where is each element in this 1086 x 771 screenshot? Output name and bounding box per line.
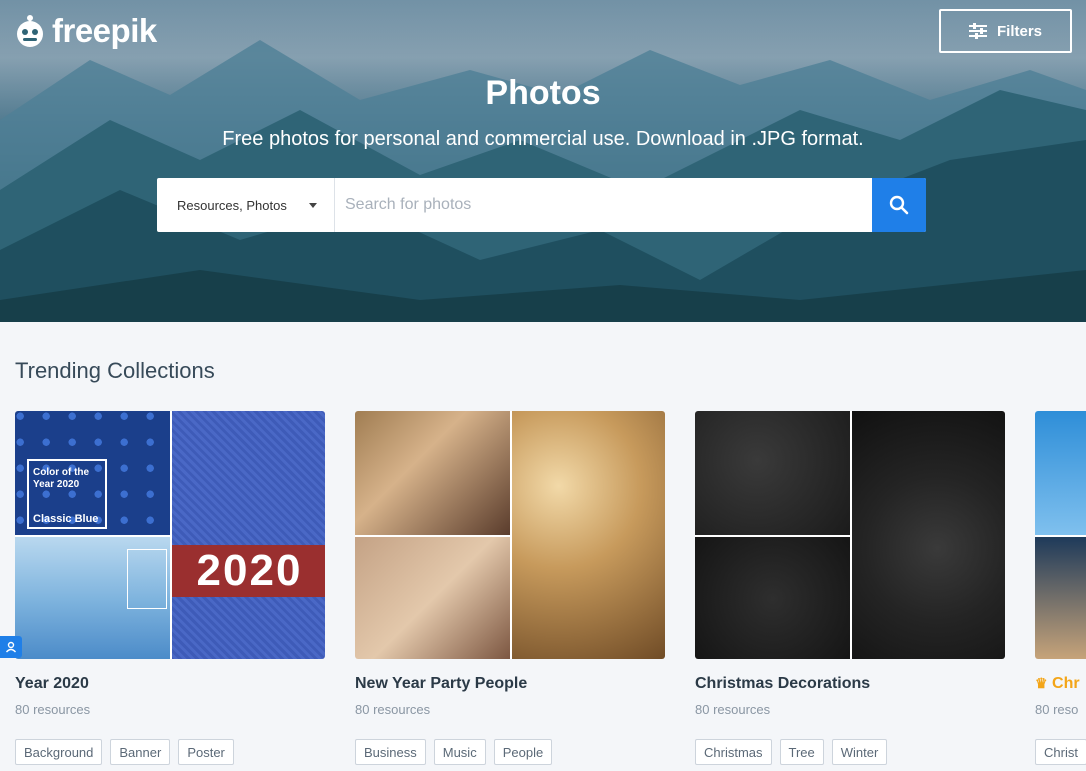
party-women-image — [355, 411, 510, 535]
dark-plate-image — [852, 411, 1005, 659]
tag-chip[interactable]: Background — [15, 739, 103, 765]
search-input[interactable] — [335, 178, 872, 232]
sweaters-image — [15, 537, 170, 659]
banner-2020: 2020 — [172, 545, 325, 597]
mountain-background-image — [0, 40, 1086, 322]
gold-confetti-image — [512, 411, 665, 659]
collection-card-year-2020[interactable]: Color of the Year 2020 Classic Blue 2020… — [15, 411, 325, 765]
collection-title-text: Chr — [1052, 675, 1080, 692]
tag-list: Business Music People — [355, 739, 665, 765]
page-subtitle: Free photos for personal and commercial … — [222, 128, 864, 150]
christmas-image — [1035, 411, 1086, 535]
collection-card-new-year-party[interactable]: New Year Party People 80 resources Busin… — [355, 411, 665, 765]
tag-chip[interactable]: Poster — [178, 739, 234, 765]
search-button[interactable] — [872, 178, 926, 232]
tag-chip[interactable]: Winter — [831, 739, 888, 765]
section-title-trending: Trending Collections — [15, 358, 215, 383]
gift-boxes-image — [695, 537, 850, 659]
collection-card-partial[interactable]: ♛ Chr 80 reso Christ — [1035, 411, 1086, 765]
small-color-badge — [127, 549, 167, 609]
collection-thumbnail[interactable]: Color of the Year 2020 Classic Blue 2020 — [15, 411, 325, 659]
search-icon — [889, 195, 909, 215]
search-bar: Resources, Photos — [157, 178, 926, 232]
tag-chip[interactable]: Business — [355, 739, 426, 765]
collection-thumbnail[interactable] — [695, 411, 1005, 659]
collection-thumbnail[interactable] — [1035, 411, 1086, 659]
hero-banner: freepik Filters Photos Free photos for p… — [0, 0, 1086, 322]
pinecones-image — [695, 411, 850, 535]
collection-title[interactable]: Year 2020 — [15, 675, 325, 693]
tag-list: Christ — [1035, 739, 1086, 765]
blueberries-image: Color of the Year 2020 Classic Blue — [15, 411, 170, 535]
tag-chip[interactable]: People — [493, 739, 553, 765]
party-group-image — [355, 537, 510, 659]
collection-thumbnail[interactable] — [355, 411, 665, 659]
chevron-down-icon — [308, 202, 317, 208]
tag-chip[interactable]: Christ — [1035, 739, 1086, 765]
color-of-year-badge: Color of the Year 2020 Classic Blue — [27, 459, 107, 529]
collection-title[interactable]: ♛ Chr — [1035, 675, 1086, 693]
collection-count: 80 resources — [15, 702, 91, 717]
freepik-logo[interactable]: freepik — [12, 12, 157, 50]
collection-title[interactable]: Christmas Decorations — [695, 675, 1005, 693]
badge-text: Color of the Year 2020 — [33, 467, 90, 490]
user-icon — [5, 641, 17, 653]
christmas-child-image — [1035, 537, 1086, 659]
badge-caption: Classic Blue — [33, 513, 99, 525]
blue-fabric-image: 2020 — [172, 411, 325, 659]
collection-count: 80 resources — [695, 702, 771, 717]
sliders-icon — [968, 23, 987, 39]
tag-chip[interactable]: Tree — [779, 739, 824, 765]
filters-button[interactable]: Filters — [939, 9, 1072, 53]
resource-type-label: Resources, Photos — [177, 197, 287, 213]
page-title: Photos — [485, 74, 601, 112]
premium-crown-icon: ♛ — [1035, 675, 1048, 691]
brand-name: freepik — [52, 12, 157, 49]
collection-count: 80 reso — [1035, 702, 1079, 717]
tag-chip[interactable]: Banner — [110, 739, 171, 765]
tag-chip[interactable]: Christmas — [695, 739, 772, 765]
user-help-tab[interactable] — [0, 636, 22, 658]
collection-count: 80 resources — [355, 702, 431, 717]
resource-type-dropdown[interactable]: Resources, Photos — [157, 178, 335, 232]
collection-card-christmas-decorations[interactable]: Christmas Decorations 80 resources Chris… — [695, 411, 1005, 765]
tag-list: Christmas Tree Winter — [695, 739, 1005, 765]
tag-chip[interactable]: Music — [433, 739, 486, 765]
filters-label: Filters — [996, 22, 1042, 40]
freepik-mascot-icon — [17, 15, 43, 47]
collection-title[interactable]: New Year Party People — [355, 675, 665, 693]
tag-list: Background Banner Poster — [15, 739, 325, 765]
